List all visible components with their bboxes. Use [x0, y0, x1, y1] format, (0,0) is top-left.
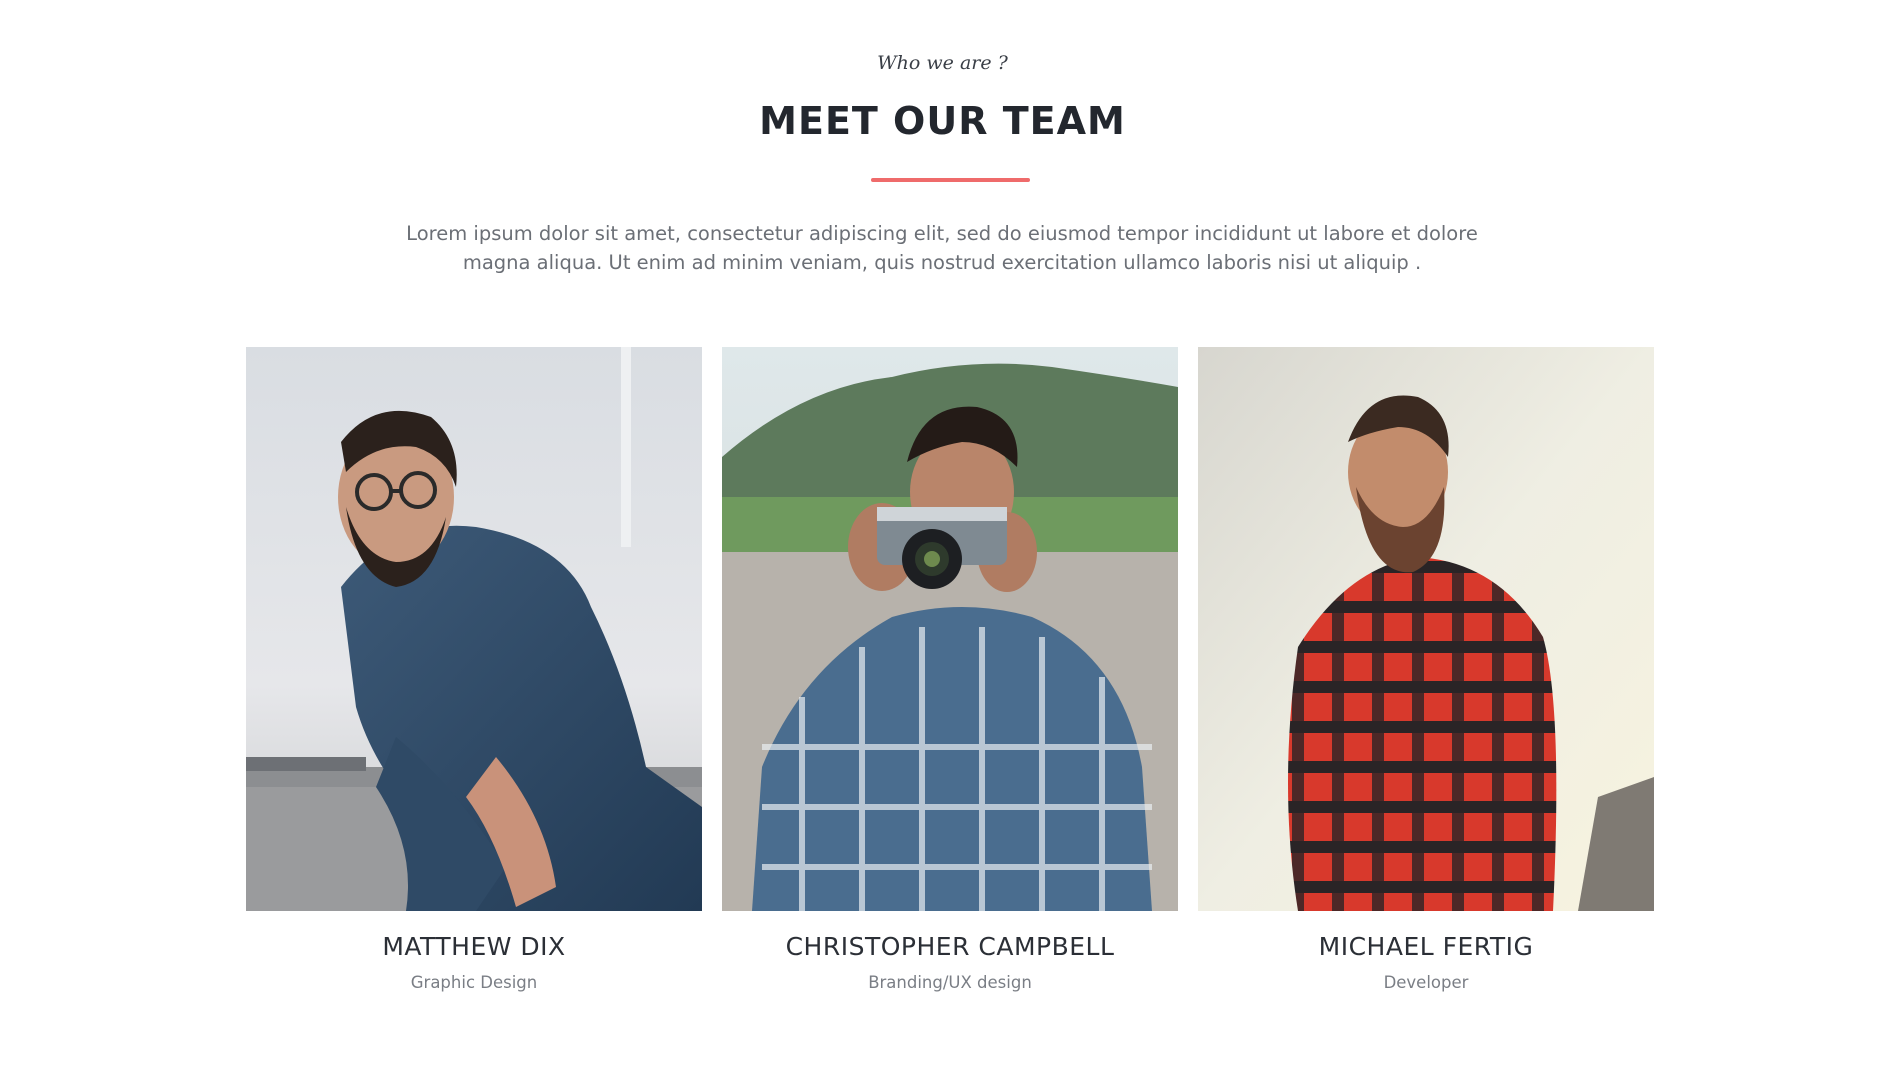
- team-photo-michael-fertig: [1198, 347, 1654, 911]
- team-photo-matthew-dix: [246, 347, 702, 911]
- title-underline: [871, 178, 1030, 182]
- team-card-matthew-dix: MATTHEW DIX Graphic Design: [246, 347, 702, 992]
- man-in-plaid-shirt-image: [1198, 347, 1654, 911]
- man-with-camera-image: [722, 347, 1178, 911]
- section-intro: Lorem ipsum dolor sit amet, consectetur …: [406, 222, 1478, 274]
- man-in-denim-shirt-image: [246, 347, 702, 911]
- team-member-name: MATTHEW DIX: [382, 932, 566, 961]
- team-card-christopher-campbell: CHRISTOPHER CAMPBELL Branding/UX design: [722, 347, 1178, 992]
- team-member-role: Graphic Design: [410, 973, 538, 992]
- section-eyebrow: Who we are ?: [877, 52, 1008, 74]
- team-card-michael-fertig: MICHAEL FERTIG Developer: [1198, 347, 1654, 992]
- team-member-role: Branding/UX design: [868, 973, 1032, 992]
- team-photo-christopher-campbell: [722, 347, 1178, 911]
- section-title: MEET OUR TEAM: [759, 99, 1126, 143]
- team-member-name: MICHAEL FERTIG: [1318, 932, 1534, 961]
- team-member-role: Developer: [1383, 973, 1469, 992]
- team-member-name: CHRISTOPHER CAMPBELL: [785, 932, 1115, 961]
- team-section: Who we are ? MEET OUR TEAM Lorem ipsum d…: [0, 0, 1885, 1077]
